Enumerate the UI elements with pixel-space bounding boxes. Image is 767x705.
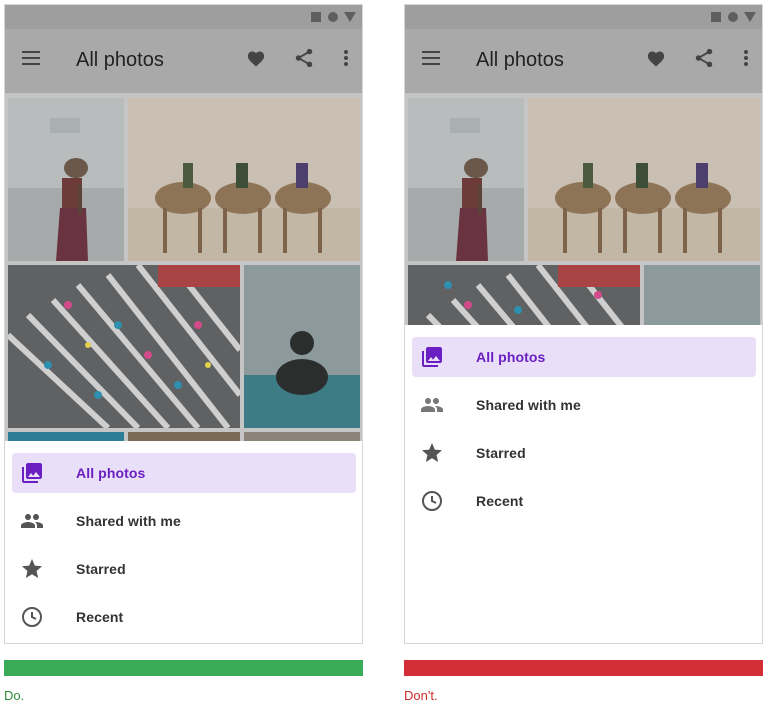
heart-icon[interactable] [646,49,666,67]
star-icon [422,443,442,462]
more-vert-icon[interactable] [743,49,749,67]
app-title: All photos [476,49,564,71]
photo-woman-lake[interactable] [8,98,124,261]
clock-icon [422,491,442,511]
photo-library-icon [22,463,42,483]
star-icon [22,559,42,578]
menu-item-label: Recent [476,493,524,509]
do-example-phone: All photos All photos Shared with me Sta… [4,4,363,644]
status-bar [405,5,762,29]
menu-item-recent[interactable]: Recent [12,597,356,637]
photo-person-water[interactable] [644,265,760,325]
navigation-sheet: All photos Shared with me Starred Recent [405,325,762,643]
photo-grid [405,93,762,325]
menu-item-recent[interactable]: Recent [412,481,756,521]
menu-item-label: Shared with me [76,513,181,529]
menu-item-starred[interactable]: Starred [12,549,356,589]
menu-item-all-photos[interactable]: All photos [412,337,756,377]
menu-icon[interactable] [422,50,442,66]
share-icon[interactable] [293,47,315,69]
app-title: All photos [76,49,164,71]
menu-item-label: Shared with me [476,397,581,413]
status-bar [5,5,362,29]
top-app-bar: All photos [5,29,362,93]
menu-item-starred[interactable]: Starred [412,433,756,473]
people-icon [21,514,43,528]
menu-item-label: Recent [76,609,124,625]
navigation-sheet: All photos Shared with me Starred Recent [5,441,362,643]
photo-camels-desert[interactable] [528,98,760,261]
share-icon[interactable] [693,47,715,69]
wifi-triangle-icon [344,12,356,22]
wifi-triangle-icon [744,12,756,22]
photo-person-water[interactable] [244,265,360,428]
signal-square-icon [711,12,721,22]
dont-indicator-bar [404,660,763,676]
menu-item-label: All photos [476,349,546,365]
menu-item-label: Starred [76,561,126,577]
clock-icon [22,607,42,627]
signal-square-icon [311,12,321,22]
menu-item-shared-with-me[interactable]: Shared with me [12,501,356,541]
people-icon [421,398,443,412]
menu-item-label: All photos [76,465,146,481]
do-caption: Do. [4,688,25,703]
photo-woman-lake[interactable] [408,98,524,261]
photo-library-icon [422,347,442,367]
photo-partial-3[interactable] [244,432,360,441]
heart-icon[interactable] [246,49,266,67]
menu-item-all-photos[interactable]: All photos [12,453,356,493]
photo-crosswalk-umbrellas[interactable] [8,265,240,428]
menu-icon[interactable] [22,50,42,66]
photo-crosswalk-umbrellas[interactable] [408,265,640,325]
photo-grid [5,93,362,441]
dont-caption: Don't. [404,688,438,703]
photo-partial-1[interactable] [8,432,124,441]
photo-camels-desert[interactable] [128,98,360,261]
top-app-bar: All photos [405,29,762,93]
more-vert-icon[interactable] [343,49,349,67]
battery-dot-icon [728,12,738,22]
menu-item-shared-with-me[interactable]: Shared with me [412,385,756,425]
photo-partial-2[interactable] [128,432,240,441]
do-indicator-bar [4,660,363,676]
battery-dot-icon [328,12,338,22]
menu-item-label: Starred [476,445,526,461]
dont-example-phone: All photos All photos Shared with me Sta… [404,4,763,644]
